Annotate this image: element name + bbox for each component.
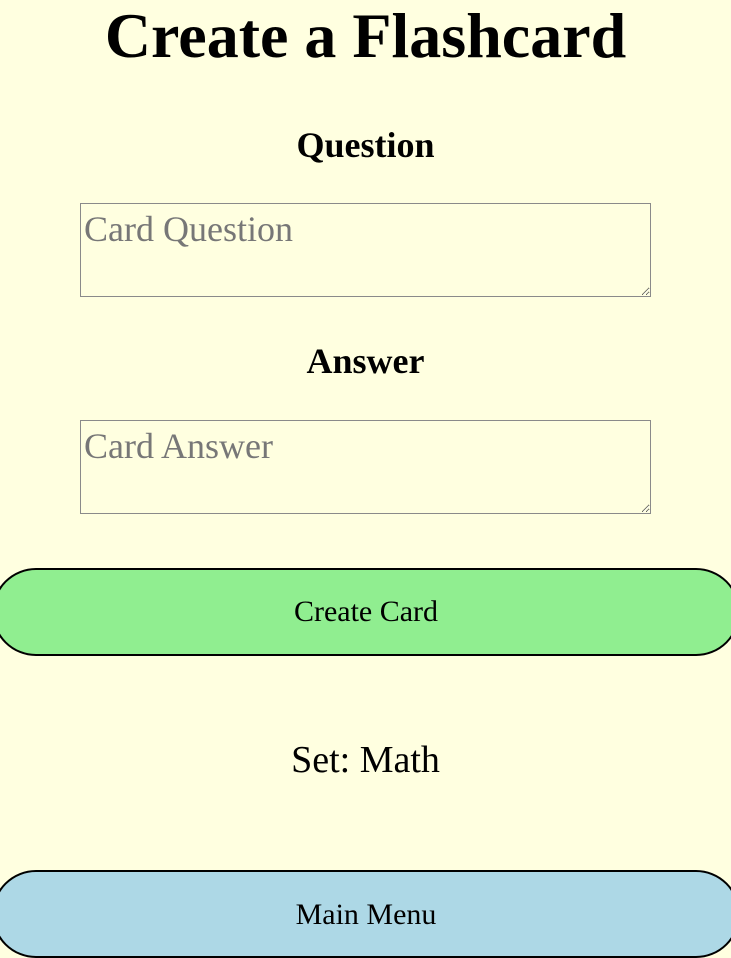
question-label: Question [296,125,435,165]
main-menu-button[interactable]: Main Menu [0,870,731,958]
create-card-button[interactable]: Create Card [0,568,731,656]
question-input[interactable] [80,203,651,297]
current-set-label: Set: Math [291,739,440,781]
page-title: Create a Flashcard [104,0,627,71]
answer-label: Answer [306,341,425,381]
answer-input[interactable] [80,420,651,514]
